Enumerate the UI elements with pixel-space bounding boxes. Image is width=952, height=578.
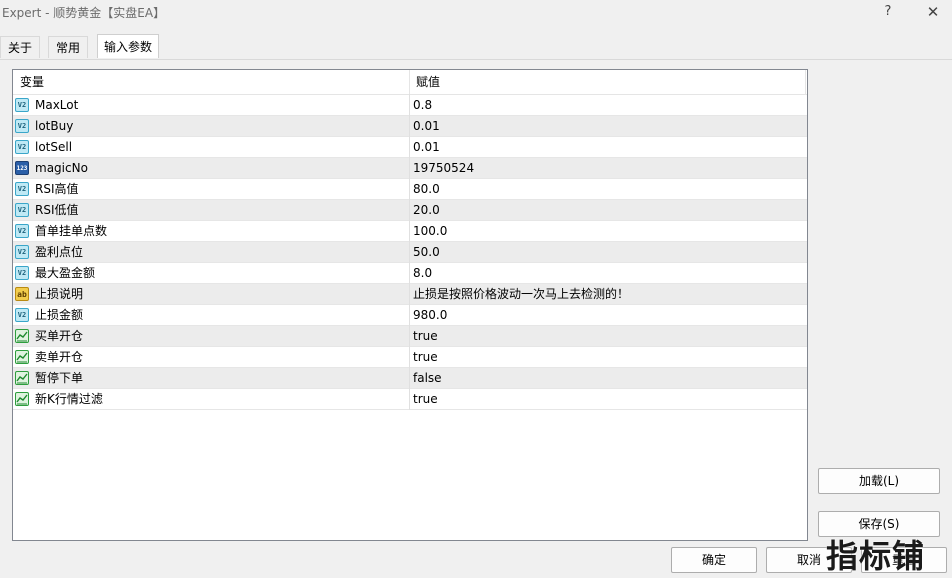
parameter-name: RSI低值 [35, 203, 79, 217]
table-row[interactable]: ab 止损说明 止损是按照价格波动一次马上去检测的！ [13, 284, 807, 305]
column-divider[interactable] [409, 70, 410, 94]
tab-about[interactable]: 关于 [0, 36, 40, 58]
parameter-name: MaxLot [35, 98, 79, 112]
double-icon: V2 [15, 203, 29, 217]
bool-icon [15, 329, 29, 343]
parameter-name: 最大盈金额 [35, 266, 96, 280]
bool-icon [15, 392, 29, 406]
save-button[interactable]: 保存(S) [818, 511, 940, 537]
close-button[interactable]: ✕ [922, 2, 944, 22]
parameter-value[interactable]: 8.0 [413, 263, 432, 283]
parameter-value[interactable]: 100.0 [413, 221, 447, 241]
parameter-value[interactable]: true [413, 347, 438, 367]
parameters-grid: 变量 赋值 V2 MaxLot 0.8 V2 lotBuy 0.01 V2 lotSell 0.… [12, 69, 808, 541]
title-bar: Expert - 顺势黄金【实盘EA】 ? ✕ [0, 0, 952, 24]
parameter-value[interactable]: true [413, 389, 438, 409]
parameter-value[interactable]: 50.0 [413, 242, 440, 262]
column-divider-end [805, 70, 806, 94]
table-row[interactable]: V2 止损金额 980.0 [13, 305, 807, 326]
double-icon: V2 [15, 224, 29, 238]
column-separator [409, 94, 410, 410]
parameter-name: 暂停下单 [35, 371, 84, 385]
parameter-name: 首单挂单点数 [35, 224, 108, 238]
parameter-name: 止损金额 [35, 308, 84, 322]
table-row[interactable]: V2 MaxLot 0.8 [13, 95, 807, 116]
parameter-value[interactable]: 0.01 [413, 137, 440, 157]
double-icon: V2 [15, 245, 29, 259]
parameter-name: RSI高值 [35, 182, 79, 196]
table-row[interactable]: 暂停下单 false [13, 368, 807, 389]
double-icon: V2 [15, 98, 29, 112]
parameter-name: magicNo [35, 161, 88, 175]
string-icon: ab [15, 287, 29, 301]
parameter-name: 盈利点位 [35, 245, 84, 259]
integer-icon: 123 [15, 161, 29, 175]
table-row[interactable]: V2 最大盈金额 8.0 [13, 263, 807, 284]
parameter-name: lotBuy [35, 119, 74, 133]
watermark-logo: 指标铺 [826, 537, 926, 575]
parameter-name: 止损说明 [35, 287, 84, 301]
parameter-name: 卖单开仓 [35, 350, 84, 364]
parameter-value[interactable]: 80.0 [413, 179, 440, 199]
parameter-name: 新K行情过滤 [35, 392, 103, 406]
double-icon: V2 [15, 182, 29, 196]
bool-icon [15, 350, 29, 364]
window-title: Expert - 顺势黄金【实盘EA】 [2, 6, 166, 20]
parameter-name: lotSell [35, 140, 73, 154]
table-row[interactable]: V2 盈利点位 50.0 [13, 242, 807, 263]
grid-header: 变量 赋值 [13, 70, 807, 95]
bool-icon [15, 371, 29, 385]
parameter-value[interactable]: true [413, 326, 438, 346]
table-row[interactable]: V2 lotSell 0.01 [13, 137, 807, 158]
tab-inputs[interactable]: 输入参数 [97, 34, 159, 58]
table-row[interactable]: 123 magicNo 19750524 [13, 158, 807, 179]
table-row[interactable]: V2 lotBuy 0.01 [13, 116, 807, 137]
tab-common[interactable]: 常用 [48, 36, 88, 58]
table-row[interactable]: 新K行情过滤 true [13, 389, 807, 410]
ok-button[interactable]: 确定 [671, 547, 757, 573]
table-row[interactable]: 卖单开仓 true [13, 347, 807, 368]
parameter-value[interactable]: 19750524 [413, 158, 474, 178]
table-row[interactable]: 买单开仓 true [13, 326, 807, 347]
column-header-value[interactable]: 赋值 [416, 70, 440, 94]
table-row[interactable]: V2 首单挂单点数 100.0 [13, 221, 807, 242]
parameter-value[interactable]: false [413, 368, 442, 388]
parameter-value[interactable]: 20.0 [413, 200, 440, 220]
table-row[interactable]: V2 RSI低值 20.0 [13, 200, 807, 221]
parameter-value[interactable]: 止损是按照价格波动一次马上去检测的！ [413, 284, 629, 304]
tab-strip: 关于 常用 输入参数 [0, 34, 952, 60]
double-icon: V2 [15, 308, 29, 322]
load-button[interactable]: 加载(L) [818, 468, 940, 494]
parameter-value[interactable]: 980.0 [413, 305, 447, 325]
double-icon: V2 [15, 119, 29, 133]
double-icon: V2 [15, 266, 29, 280]
column-header-variable[interactable]: 变量 [20, 70, 44, 94]
parameter-value[interactable]: 0.8 [413, 95, 432, 115]
table-row[interactable]: V2 RSI高值 80.0 [13, 179, 807, 200]
double-icon: V2 [15, 140, 29, 154]
parameter-name: 买单开仓 [35, 329, 84, 343]
help-button[interactable]: ? [878, 2, 898, 22]
parameter-value[interactable]: 0.01 [413, 116, 440, 136]
